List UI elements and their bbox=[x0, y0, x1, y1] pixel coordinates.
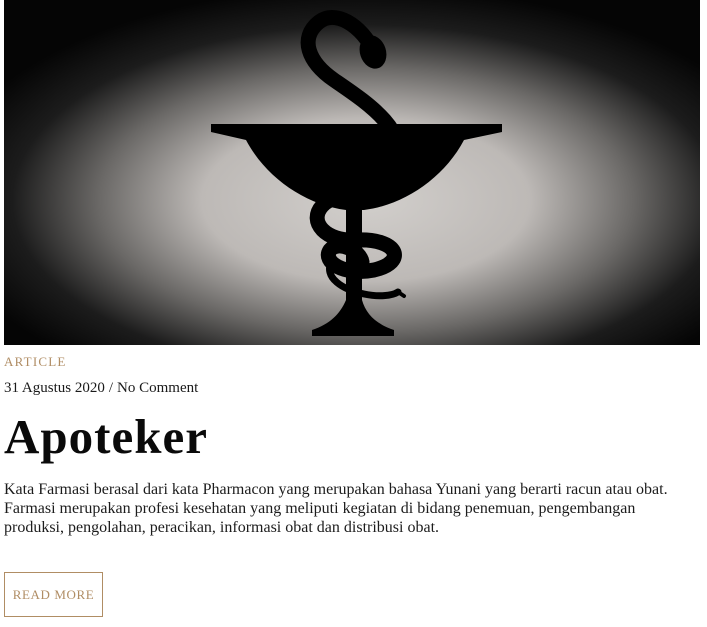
bowl-of-hygieia-image bbox=[4, 0, 700, 345]
post-category[interactable]: ARTICLE bbox=[4, 354, 67, 370]
post-title[interactable]: Apoteker bbox=[4, 406, 208, 468]
blog-post-card: ARTICLE 31 Agustus 2020/No Comment Apote… bbox=[0, 0, 707, 627]
featured-image-link[interactable] bbox=[4, 0, 700, 345]
read-more-button[interactable]: READ MORE bbox=[4, 572, 103, 617]
comment-count-link[interactable]: No Comment bbox=[117, 380, 198, 396]
post-excerpt: Kata Farmasi berasal dari kata Pharmacon… bbox=[4, 481, 668, 536]
post-date: 31 Agustus 2020 bbox=[4, 380, 105, 396]
post-meta: 31 Agustus 2020/No Comment bbox=[4, 380, 198, 397]
meta-separator: / bbox=[108, 380, 114, 396]
